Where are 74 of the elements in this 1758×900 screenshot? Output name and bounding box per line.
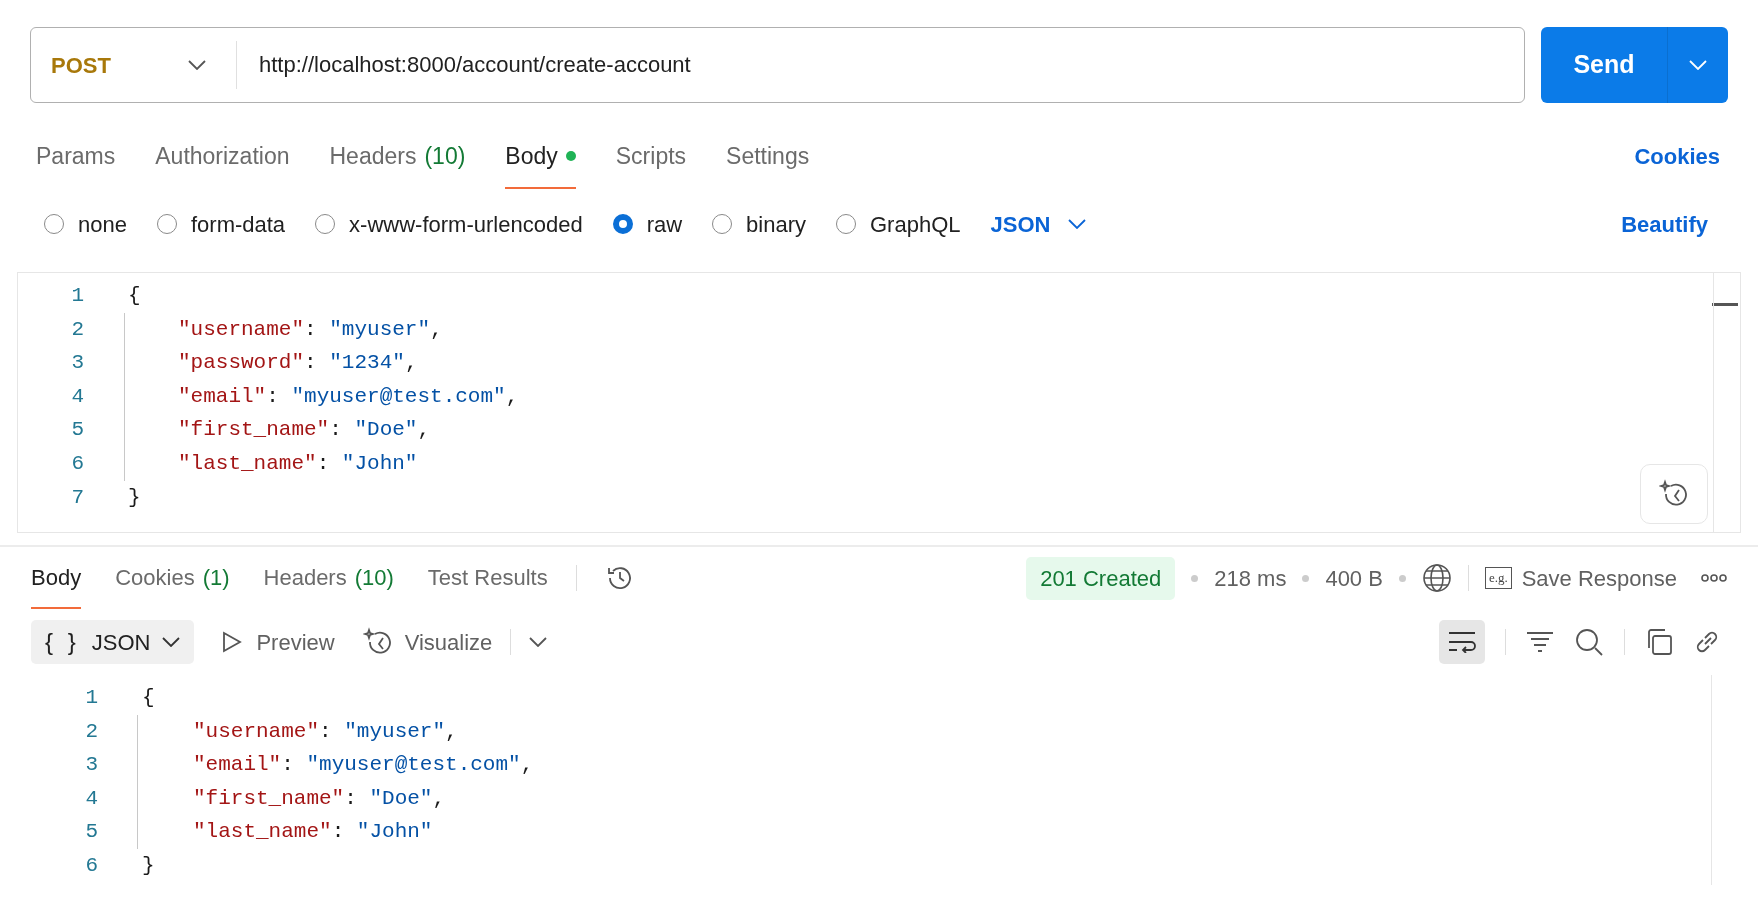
body-type-radio[interactable]: x-www-form-urlencoded bbox=[315, 207, 583, 241]
code-line: { bbox=[127, 283, 141, 310]
visualize-button[interactable]: Visualize bbox=[362, 625, 493, 659]
sparkle-clock-icon bbox=[362, 627, 393, 657]
request-tab[interactable]: Settings bbox=[726, 138, 810, 189]
wrap-lines-button[interactable] bbox=[1439, 620, 1485, 664]
send-button[interactable]: Send bbox=[1541, 27, 1668, 103]
code-line: "username": "myuser", bbox=[192, 718, 458, 745]
line-number: 2 bbox=[70, 316, 84, 343]
method-dropdown[interactable]: POST bbox=[31, 41, 237, 89]
code-line: } bbox=[141, 853, 155, 879]
preview-button[interactable]: Preview bbox=[222, 625, 335, 659]
response-tab[interactable]: Headers (10) bbox=[263, 547, 394, 609]
line-number: 3 bbox=[84, 752, 98, 779]
response-tab[interactable]: Body bbox=[31, 547, 82, 609]
beautify-button[interactable]: Beautify bbox=[1621, 207, 1728, 241]
ai-assist-button[interactable] bbox=[1640, 464, 1708, 524]
code-line: { bbox=[141, 685, 155, 712]
globe-icon[interactable] bbox=[1421, 563, 1452, 593]
code-line: "first_name": "Doe", bbox=[192, 785, 446, 812]
body-type-radio[interactable]: GraphQL bbox=[836, 207, 961, 241]
code-line: "email": "myuser@test.com", bbox=[177, 383, 519, 410]
request-url-bar[interactable]: POST http://localhost:8000/account/create-account bbox=[30, 27, 1525, 103]
response-time: 218 ms bbox=[1214, 564, 1287, 593]
request-tab[interactable]: Params bbox=[36, 138, 116, 189]
body-type-radio[interactable]: none bbox=[44, 207, 127, 241]
line-number: 6 bbox=[84, 853, 98, 879]
line-number: 7 bbox=[70, 484, 84, 511]
filter-icon[interactable] bbox=[1526, 631, 1554, 653]
code-line: "last_name": "John" bbox=[177, 451, 418, 477]
body-type-radio[interactable]: form-data bbox=[156, 207, 286, 241]
copy-icon[interactable] bbox=[1645, 628, 1673, 656]
chevron-down-icon[interactable] bbox=[529, 637, 548, 647]
code-line: } bbox=[127, 484, 141, 511]
response-format-dropdown[interactable]: { } JSON bbox=[31, 620, 195, 664]
response-size: 400 B bbox=[1325, 564, 1383, 593]
wrap-lines-icon bbox=[1448, 631, 1476, 653]
line-number: 2 bbox=[84, 718, 98, 745]
line-number: 6 bbox=[70, 451, 84, 477]
code-line: "username": "myuser", bbox=[177, 316, 443, 343]
request-tab[interactable]: Body bbox=[505, 138, 576, 189]
chevron-down-icon bbox=[1068, 219, 1087, 229]
body-type-radio[interactable]: raw bbox=[612, 207, 683, 241]
radio-button[interactable] bbox=[612, 214, 633, 234]
code-line: "password": "1234", bbox=[177, 350, 418, 377]
response-tab[interactable]: Cookies (1) bbox=[115, 547, 230, 609]
request-body-editor[interactable]: 1 { 2 "username": "myuser", 3 "password": "1234", 4 "email": "myuser@test.com", 5 "first_name": "Doe", 6 "last_name": "John" 7 } bbox=[17, 272, 1741, 533]
line-number: 3 bbox=[70, 350, 84, 377]
request-tab[interactable]: Headers (10) bbox=[329, 138, 466, 189]
play-icon bbox=[222, 631, 243, 653]
line-number: 4 bbox=[70, 383, 84, 410]
body-type-radio[interactable]: binary bbox=[712, 207, 806, 241]
line-number: 4 bbox=[84, 785, 98, 812]
code-line: "last_name": "John" bbox=[192, 819, 433, 846]
chevron-down-icon bbox=[162, 637, 181, 647]
code-line: "first_name": "Doe", bbox=[177, 417, 431, 444]
cookies-link[interactable]: Cookies bbox=[1634, 140, 1728, 173]
status-badge: 201 Created bbox=[1026, 556, 1176, 600]
search-icon[interactable] bbox=[1574, 627, 1604, 657]
code-line: "email": "myuser@test.com", bbox=[192, 752, 534, 779]
response-tab[interactable]: Test Results bbox=[427, 547, 548, 609]
line-number: 5 bbox=[84, 819, 98, 846]
scrollbar-thumb[interactable] bbox=[1712, 303, 1738, 306]
format-dropdown[interactable]: JSON bbox=[990, 207, 1087, 241]
line-number: 1 bbox=[84, 685, 98, 712]
more-icon[interactable] bbox=[1701, 574, 1727, 582]
chevron-down-icon bbox=[188, 60, 206, 70]
line-number: 1 bbox=[70, 283, 84, 310]
sparkle-clock-icon bbox=[1659, 479, 1689, 509]
request-tab[interactable]: Scripts bbox=[615, 138, 687, 189]
chevron-down-icon bbox=[1689, 60, 1707, 70]
request-tab[interactable]: Authorization bbox=[155, 138, 290, 189]
line-number: 5 bbox=[70, 417, 84, 444]
save-response-button[interactable]: e.g. Save Response bbox=[1484, 561, 1677, 595]
